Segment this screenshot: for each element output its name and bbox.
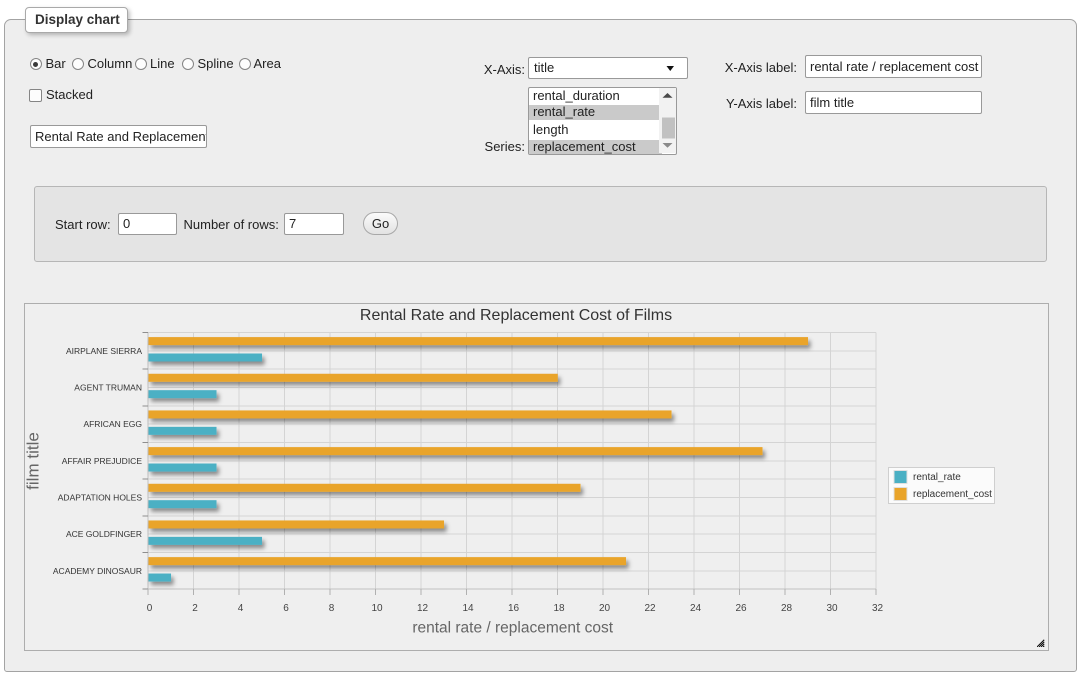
svg-text:8: 8 xyxy=(329,603,335,614)
svg-text:10: 10 xyxy=(371,603,383,614)
svg-text:4: 4 xyxy=(238,603,244,614)
svg-text:22: 22 xyxy=(644,603,656,614)
svg-text:0: 0 xyxy=(147,603,153,614)
svg-text:12: 12 xyxy=(417,603,429,614)
svg-text:AFRICAN EGG: AFRICAN EGG xyxy=(83,419,142,429)
svg-text:16: 16 xyxy=(508,603,520,614)
svg-text:26: 26 xyxy=(735,603,747,614)
svg-text:ACE GOLDFINGER: ACE GOLDFINGER xyxy=(66,529,142,539)
svg-text:AGENT TRUMAN: AGENT TRUMAN xyxy=(74,383,142,393)
svg-text:AIRPLANE SIERRA: AIRPLANE SIERRA xyxy=(66,346,142,356)
svg-text:6: 6 xyxy=(283,603,289,614)
svg-text:rental_rate: rental_rate xyxy=(913,472,961,483)
svg-text:replacement_cost: replacement_cost xyxy=(913,489,992,500)
svg-text:28: 28 xyxy=(781,603,793,614)
svg-text:30: 30 xyxy=(826,603,838,614)
svg-text:AFFAIR PREJUDICE: AFFAIR PREJUDICE xyxy=(62,456,143,466)
svg-text:14: 14 xyxy=(462,603,474,614)
svg-text:2: 2 xyxy=(192,603,198,614)
svg-text:ACADEMY DINOSAUR: ACADEMY DINOSAUR xyxy=(53,566,142,576)
svg-text:Rental Rate and Replacement Co: Rental Rate and Replacement Cost of Film… xyxy=(360,307,672,324)
svg-text:18: 18 xyxy=(553,603,565,614)
svg-text:20: 20 xyxy=(599,603,611,614)
svg-text:32: 32 xyxy=(872,603,884,614)
svg-text:ADAPTATION HOLES: ADAPTATION HOLES xyxy=(58,493,143,503)
svg-text:rental rate / replacement cost: rental rate / replacement cost xyxy=(412,620,613,637)
svg-text:24: 24 xyxy=(690,603,702,614)
svg-text:film title: film title xyxy=(25,432,43,490)
